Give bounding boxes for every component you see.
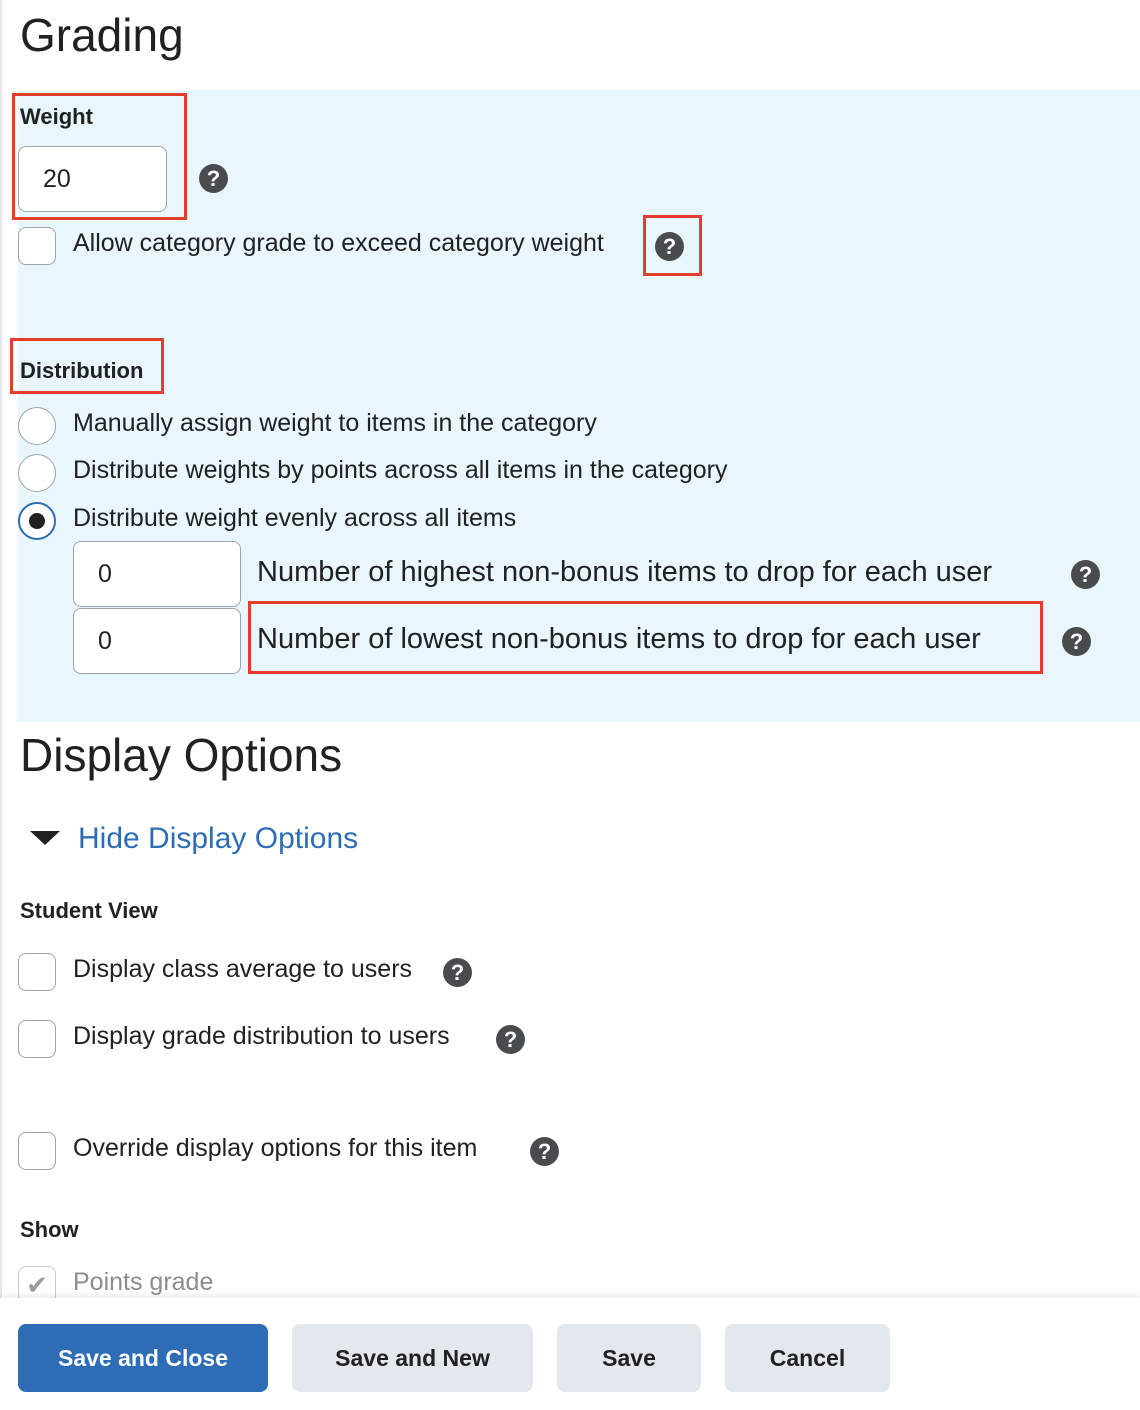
weight-input[interactable]: 20 <box>18 146 167 212</box>
weight-help-icon[interactable]: ? <box>199 164 228 193</box>
show-label: Show <box>20 1217 79 1242</box>
override-label: Override display options for this item <box>73 1134 478 1162</box>
grade-distribution-help-icon[interactable]: ? <box>496 1025 525 1054</box>
radio-by-points-label: Distribute weights by points across all … <box>73 456 728 484</box>
checkmark-icon: ✔ <box>26 1270 48 1300</box>
drop-lowest-label: Number of lowest non-bonus items to drop… <box>257 623 981 655</box>
exceed-help-icon[interactable]: ? <box>655 232 684 261</box>
cancel-button[interactable]: Cancel <box>725 1324 890 1392</box>
student-view-label: Student View <box>20 898 158 923</box>
override-help-icon[interactable]: ? <box>530 1137 559 1166</box>
radio-evenly-label: Distribute weight evenly across all item… <box>73 504 517 532</box>
grade-distribution-checkbox[interactable] <box>18 1020 56 1058</box>
display-options-heading: Display Options <box>20 729 343 781</box>
drop-highest-help-icon[interactable]: ? <box>1071 560 1100 589</box>
hide-display-options-link[interactable]: Hide Display Options <box>78 822 358 856</box>
radio-by-points[interactable] <box>18 454 56 492</box>
drop-highest-label: Number of highest non-bonus items to dro… <box>257 556 993 588</box>
radio-manual[interactable] <box>18 407 56 445</box>
caret-down-icon[interactable] <box>30 831 60 845</box>
class-average-label: Display class average to users <box>73 955 413 983</box>
left-border <box>0 0 2 1410</box>
drop-lowest-help-icon[interactable]: ? <box>1062 627 1091 656</box>
weight-label: Weight <box>20 104 93 129</box>
override-checkbox[interactable] <box>18 1132 56 1170</box>
exceed-weight-label: Allow category grade to exceed category … <box>73 229 604 257</box>
grade-distribution-label: Display grade distribution to users <box>73 1022 450 1050</box>
save-and-new-button[interactable]: Save and New <box>292 1324 533 1392</box>
drop-highest-input[interactable]: 0 <box>73 541 241 607</box>
exceed-weight-checkbox[interactable] <box>18 227 56 265</box>
save-and-close-button[interactable]: Save and Close <box>18 1324 268 1392</box>
points-grade-label: Points grade <box>73 1268 214 1296</box>
distribution-label: Distribution <box>20 358 144 383</box>
radio-manual-label: Manually assign weight to items in the c… <box>73 409 597 437</box>
grading-heading: Grading <box>20 9 184 61</box>
radio-evenly[interactable] <box>18 502 56 540</box>
class-average-checkbox[interactable] <box>18 953 56 991</box>
save-button[interactable]: Save <box>557 1324 701 1392</box>
drop-lowest-input[interactable]: 0 <box>73 608 241 674</box>
class-average-help-icon[interactable]: ? <box>443 958 472 987</box>
